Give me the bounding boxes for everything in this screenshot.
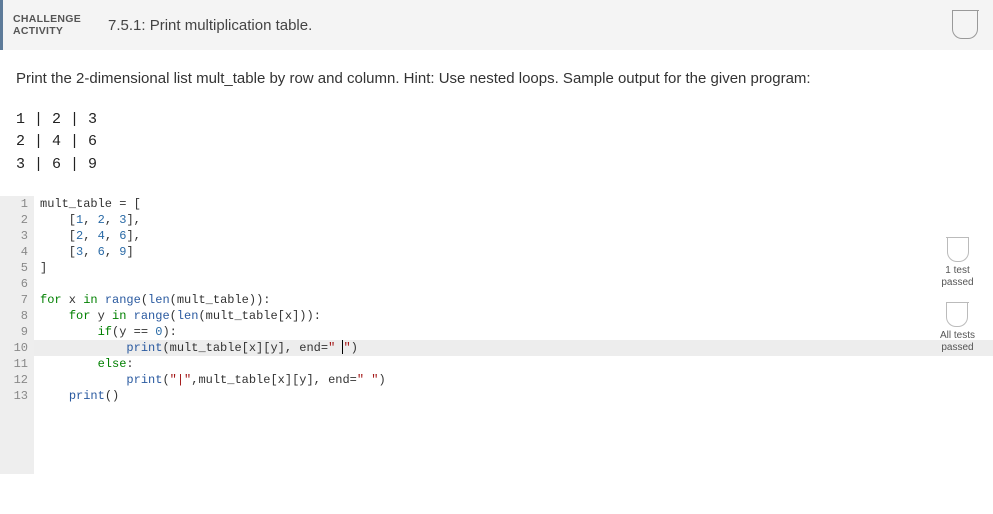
line-number-gutter: 1 2 3 4 5 6 7 8 9 10 11 12 13 <box>0 196 34 404</box>
line-number: 12 <box>0 372 28 388</box>
line-number: 10 <box>0 340 28 356</box>
code-line: print() <box>34 388 993 404</box>
pocket-icon <box>947 238 969 262</box>
code-line: for y in range(len(mult_table[x])): <box>34 308 993 324</box>
code-line: mult_table = [ <box>34 196 993 212</box>
code-line: [1, 2, 3], <box>34 212 993 228</box>
code-line: for x in range(len(mult_table)): <box>34 292 993 308</box>
challenge-header: CHALLENGE ACTIVITY 7.5.1: Print multipli… <box>0 0 993 50</box>
sample-output: 1 | 2 | 3 2 | 4 | 6 3 | 6 | 9 <box>0 101 993 197</box>
code-line: else: <box>34 356 993 372</box>
pocket-icon <box>946 303 968 327</box>
test-label: 1 testpassed <box>941 265 973 289</box>
instructions-text: Print the 2-dimensional list mult_table … <box>0 50 993 101</box>
code-line: [3, 6, 9] <box>34 244 993 260</box>
line-number: 6 <box>0 276 28 292</box>
line-number: 9 <box>0 324 28 340</box>
line-number: 3 <box>0 228 28 244</box>
header-spacer <box>312 0 937 50</box>
test-status-all[interactable]: All testspassed <box>940 303 975 354</box>
line-number: 5 <box>0 260 28 276</box>
challenge-label-line2: ACTIVITY <box>13 25 88 37</box>
line-number: 2 <box>0 212 28 228</box>
code-line: print("|",mult_table[x][y], end=" ") <box>34 372 993 388</box>
code-editor[interactable]: 1 2 3 4 5 6 7 8 9 10 11 12 13 mult_table… <box>0 196 993 404</box>
line-number: 1 <box>0 196 28 212</box>
code-line: [2, 4, 6], <box>34 228 993 244</box>
line-number: 13 <box>0 388 28 404</box>
bookmark-button[interactable] <box>937 0 993 50</box>
code-line: if(y == 0): <box>34 324 993 340</box>
gutter-fill <box>0 404 34 474</box>
code-content[interactable]: mult_table = [ [1, 2, 3], [2, 4, 6], [3,… <box>34 196 993 404</box>
challenge-title: 7.5.1: Print multiplication table. <box>98 0 312 50</box>
code-editor-area: 1 2 3 4 5 6 7 8 9 10 11 12 13 mult_table… <box>0 196 993 474</box>
code-line <box>34 276 993 292</box>
code-line: ] <box>34 260 993 276</box>
test-label: All testspassed <box>940 330 975 354</box>
test-status-sidebar: 1 testpassed All testspassed <box>930 238 985 354</box>
line-number: 8 <box>0 308 28 324</box>
line-number: 11 <box>0 356 28 372</box>
line-number: 4 <box>0 244 28 260</box>
line-number: 7 <box>0 292 28 308</box>
challenge-label-line1: CHALLENGE <box>13 13 88 25</box>
challenge-activity-label: CHALLENGE ACTIVITY <box>3 0 98 50</box>
code-line-active: print(mult_table[x][y], end=" ") <box>34 340 993 356</box>
pocket-icon <box>952 11 978 39</box>
test-status-single[interactable]: 1 testpassed <box>941 238 973 289</box>
